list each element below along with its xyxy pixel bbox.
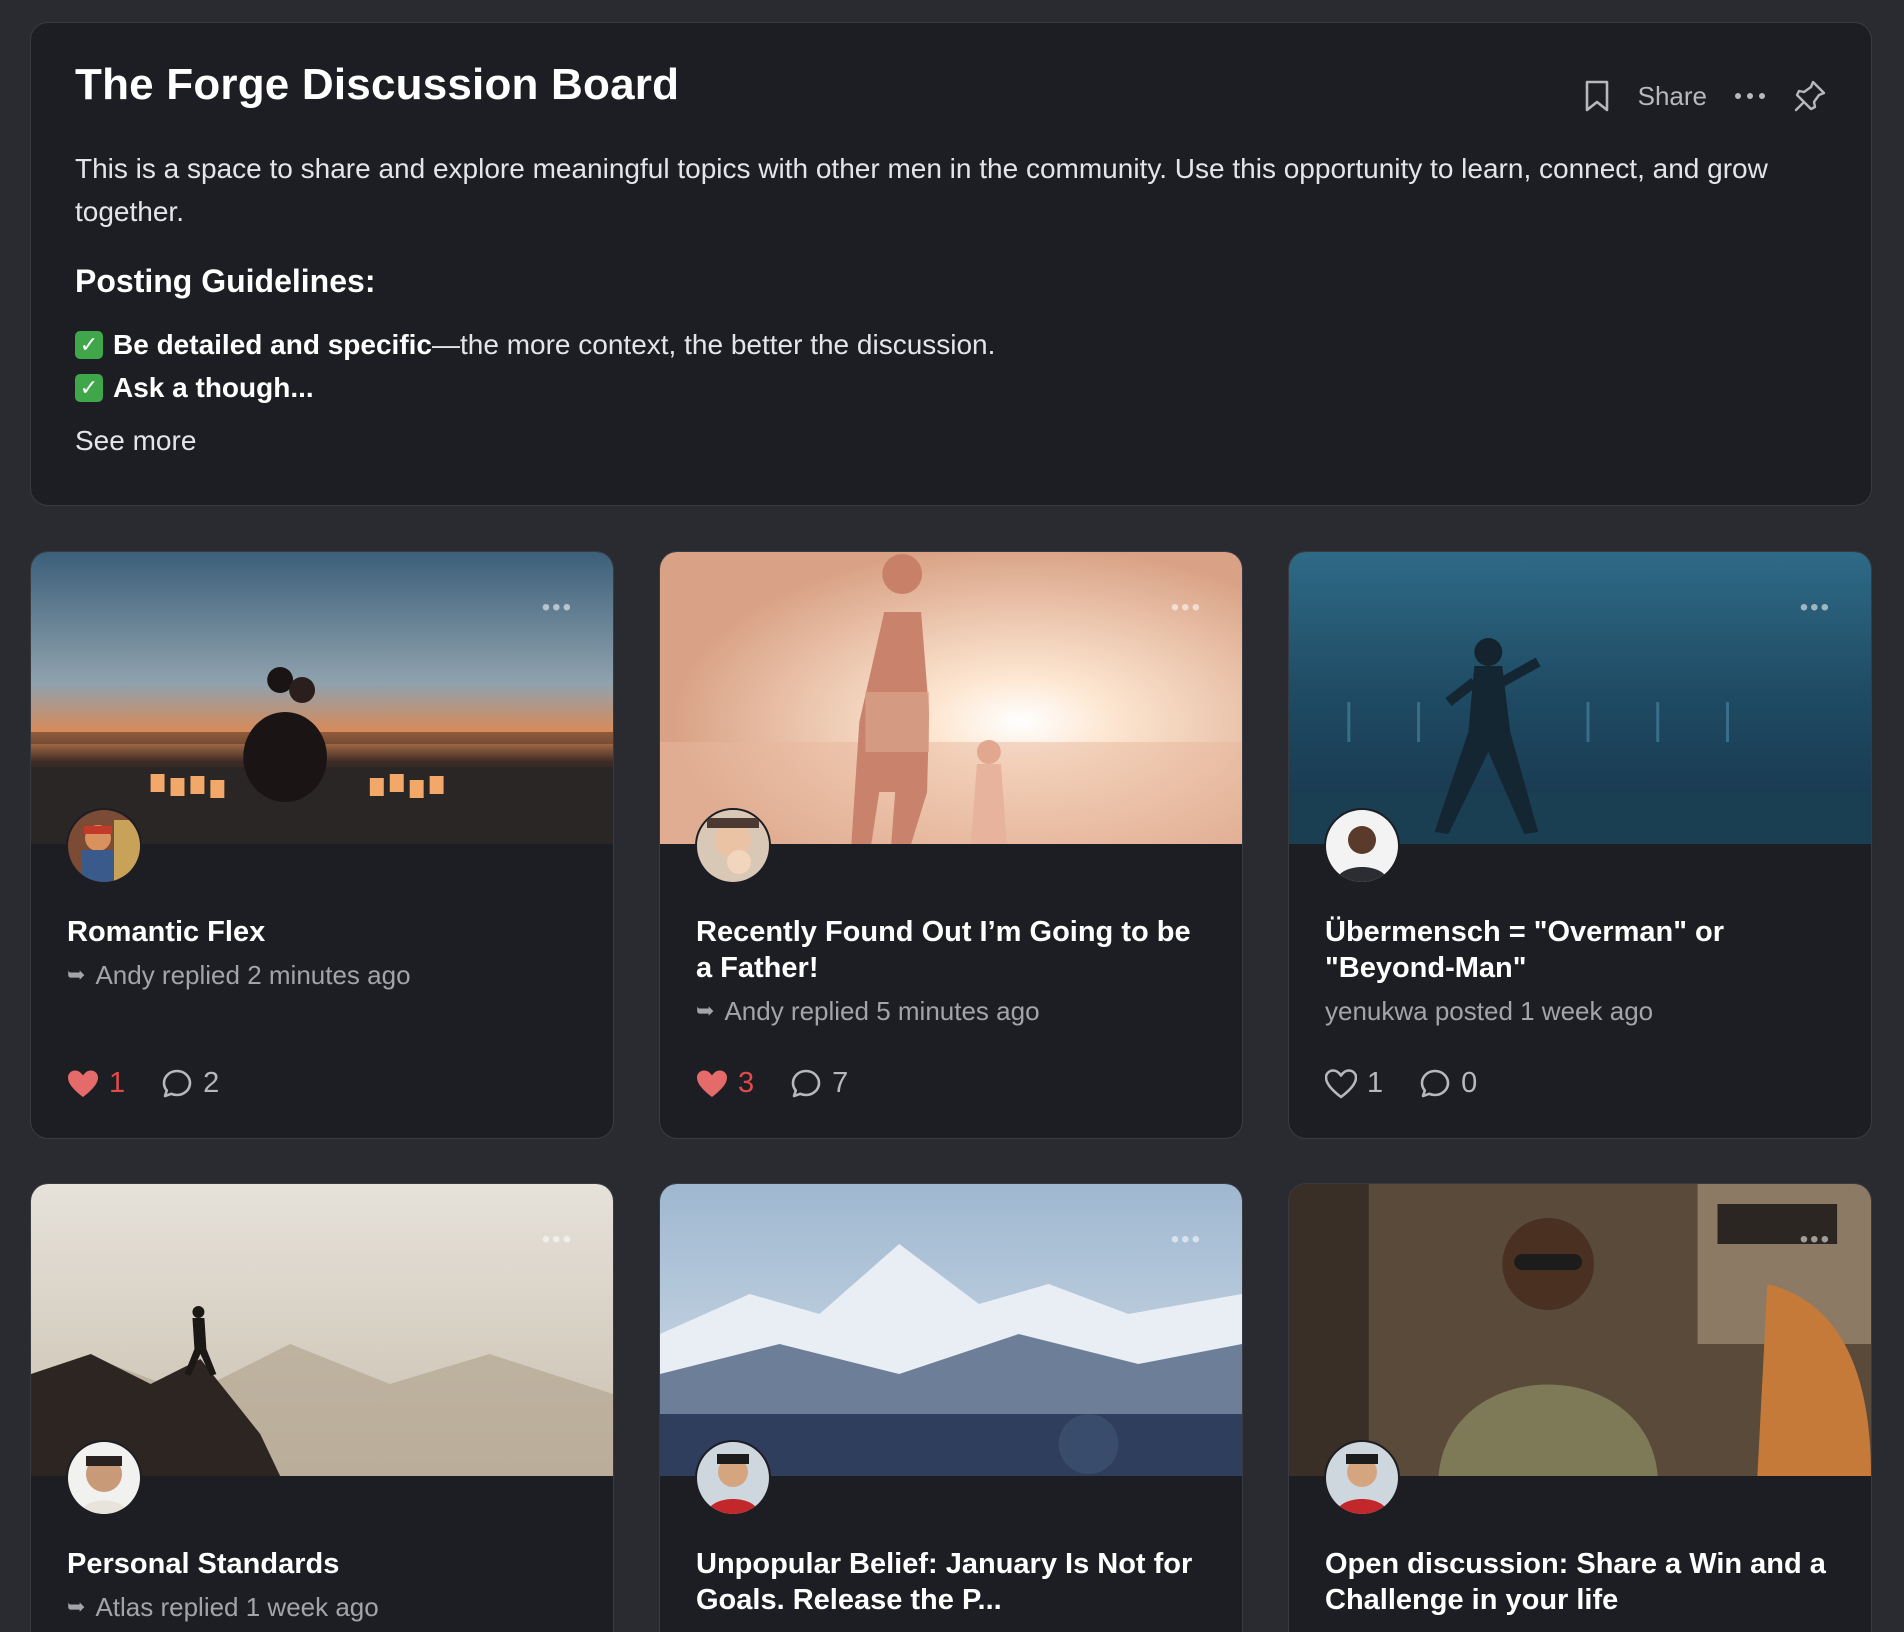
post-cover-image: •••: [31, 552, 613, 844]
guidelines-title: Posting Guidelines:: [75, 263, 376, 299]
comment-icon: [162, 1069, 192, 1097]
avatar: [1324, 1440, 1400, 1516]
avatar: [695, 808, 771, 884]
post-title[interactable]: Unpopular Belief: January Is Not for Goa…: [696, 1546, 1206, 1618]
reply-icon: ➥: [67, 1594, 86, 1619]
page: The Forge Discussion Board Share This is…: [0, 0, 1904, 1632]
guideline-bold: Ask a though...: [113, 372, 314, 403]
post-cover-image: •••: [1289, 1184, 1871, 1476]
post-more-icon[interactable]: •••: [1171, 1228, 1202, 1252]
guideline-item: ✓ Ask a though...: [75, 366, 1827, 409]
post-meta: ➥ Andy replied 5 minutes ago: [696, 996, 1040, 1026]
post-stats: 3 7: [696, 1067, 848, 1100]
post-title[interactable]: Übermensch = "Overman" or "Beyond-Man": [1325, 914, 1835, 986]
guideline-item: ✓ Be detailed and specific—the more cont…: [75, 323, 1827, 366]
reply-icon: ➥: [67, 962, 86, 987]
check-icon: ✓: [75, 373, 103, 402]
post-meta: yenukwa posted 1 week ago: [1325, 996, 1654, 1026]
post-card[interactable]: ••• Personal Standards ➥ Atlas replied 1…: [30, 1183, 614, 1632]
post-cover-image: •••: [660, 552, 1242, 844]
guidelines-list: ✓ Be detailed and specific—the more cont…: [75, 323, 1827, 409]
post-title[interactable]: Personal Standards: [67, 1546, 577, 1582]
check-icon: ✓: [75, 330, 103, 359]
reply-icon: ➥: [696, 998, 715, 1023]
guideline-bold: Be detailed and specific: [113, 329, 432, 360]
avatar: [1324, 808, 1400, 884]
heart-icon: [1325, 1068, 1357, 1098]
post-card[interactable]: ••• Übermensch = "Overman" or "Beyond-Ma…: [1288, 551, 1872, 1139]
guideline-text: —the more context, the better the discus…: [432, 329, 996, 360]
see-more-link[interactable]: See more: [75, 425, 196, 457]
post-more-icon[interactable]: •••: [1800, 596, 1831, 620]
avatar: [66, 1440, 142, 1516]
bookmark-icon[interactable]: [1582, 79, 1612, 113]
post-meta: ➥ Atlas replied 1 week ago: [67, 1592, 379, 1622]
comment-button[interactable]: 0: [1419, 1067, 1477, 1100]
board-actions: Share: [1582, 79, 1827, 113]
share-button[interactable]: Share: [1638, 81, 1707, 112]
post-more-icon[interactable]: •••: [1171, 596, 1202, 620]
board-description: This is a space to share and explore mea…: [75, 153, 1768, 227]
post-more-icon[interactable]: •••: [542, 596, 573, 620]
post-title[interactable]: Romantic Flex: [67, 914, 577, 950]
like-button[interactable]: 1: [1325, 1067, 1383, 1100]
avatar: [66, 808, 142, 884]
post-more-icon[interactable]: •••: [1800, 1228, 1831, 1252]
heart-icon: [697, 1070, 727, 1097]
post-stats: 1 2: [67, 1067, 219, 1100]
more-icon[interactable]: [1733, 91, 1767, 101]
post-card[interactable]: ••• Unpopular Belief: January Is Not for…: [659, 1183, 1243, 1632]
post-meta: ➥ Andy replied 2 minutes ago: [67, 960, 411, 990]
post-stats: 1 0: [1325, 1067, 1477, 1100]
pin-icon[interactable]: [1793, 79, 1827, 113]
post-cover-image: •••: [1289, 552, 1871, 844]
board-info-card: The Forge Discussion Board Share This is…: [30, 22, 1872, 506]
post-title[interactable]: Open discussion: Share a Win and a Chall…: [1325, 1546, 1835, 1618]
post-more-icon[interactable]: •••: [542, 1228, 573, 1252]
post-card[interactable]: ••• Romantic Flex ➥ Andy replied 2 minut…: [30, 551, 614, 1139]
like-button[interactable]: 3: [696, 1067, 754, 1100]
comment-button[interactable]: 2: [161, 1067, 219, 1100]
comment-icon: [1420, 1069, 1450, 1097]
post-cover-image: •••: [31, 1184, 613, 1476]
post-title[interactable]: Recently Found Out I’m Going to be a Fat…: [696, 914, 1206, 986]
like-button[interactable]: 1: [67, 1067, 125, 1100]
comment-icon: [791, 1069, 821, 1097]
avatar: [695, 1440, 771, 1516]
post-card[interactable]: ••• Recently Found Out I’m Going to be a…: [659, 551, 1243, 1139]
board-title: The Forge Discussion Board: [75, 60, 680, 109]
heart-icon: [68, 1070, 98, 1097]
post-cover-image: •••: [660, 1184, 1242, 1476]
comment-button[interactable]: 7: [790, 1067, 848, 1100]
post-card[interactable]: ••• Open discussion: Share a Win and a C…: [1288, 1183, 1872, 1632]
